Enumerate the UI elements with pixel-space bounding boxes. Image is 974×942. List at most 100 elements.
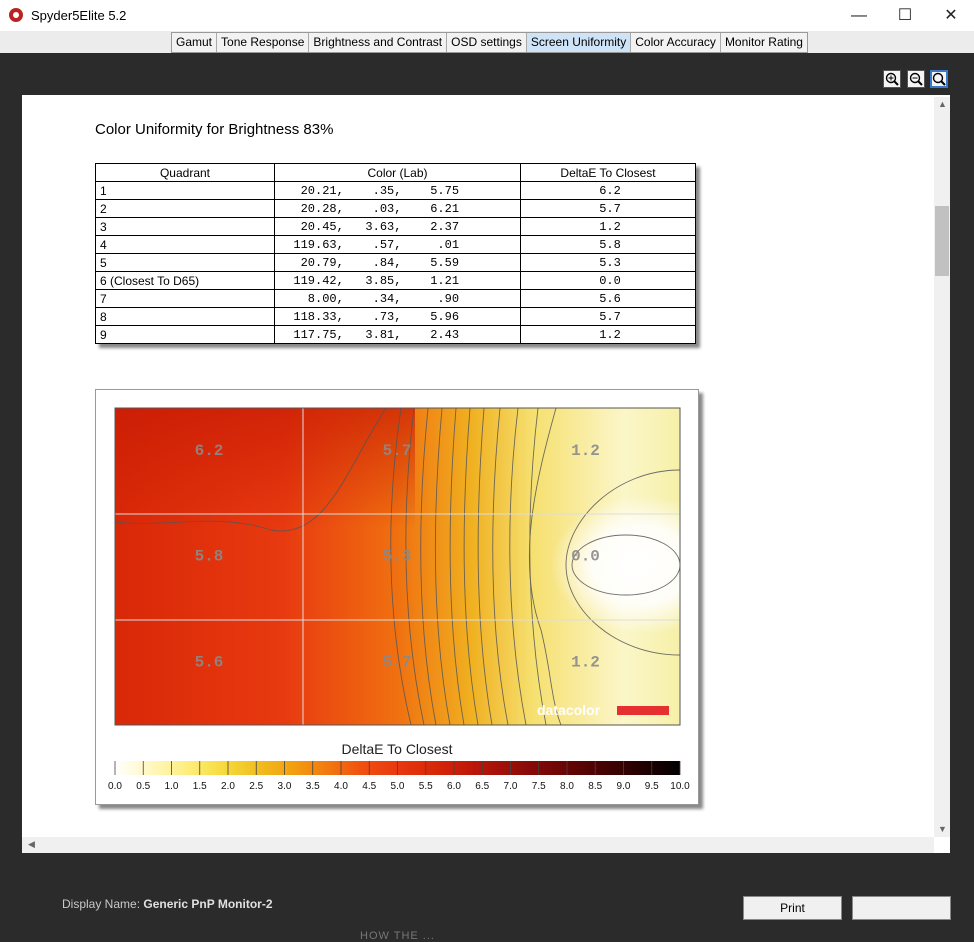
- cell-value-label: 1.2: [571, 653, 600, 671]
- cell-value-label: 0.0: [571, 548, 600, 566]
- table-row: 9 117.75, 3.81, 2.43 1.2: [95, 325, 696, 344]
- quadrant-cell: 2: [95, 199, 275, 218]
- cell-value-label: 6.2: [195, 442, 224, 460]
- tab-gamut[interactable]: Gamut: [172, 33, 218, 52]
- column-header: Color (Lab): [274, 163, 521, 182]
- quadrant-cell: 9: [95, 325, 275, 344]
- table-row: 5 20.79, .84, 5.59 5.3: [95, 253, 696, 272]
- zoom-in-icon: [885, 72, 899, 86]
- column-header: Quadrant: [95, 163, 275, 182]
- quadrant-cell: 5: [95, 253, 275, 272]
- tab-screen-uniformity[interactable]: Screen Uniformity: [526, 33, 632, 52]
- scroll-down-icon[interactable]: ▼: [938, 824, 947, 834]
- lab-cell: 20.45, 3.63, 2.37: [274, 217, 521, 236]
- scale-tick-label: 0.5: [136, 781, 150, 792]
- tab-color-accuracy[interactable]: Color Accuracy: [631, 33, 721, 52]
- cell-value-label: 5.7: [383, 653, 412, 671]
- tab-osd-settings[interactable]: OSD settings: [447, 33, 527, 52]
- report-title: Color Uniformity for Brightness 83%: [95, 121, 334, 138]
- delta-cell: 1.2: [520, 325, 696, 344]
- table-row: 3 20.45, 3.63, 2.37 1.2: [95, 217, 696, 236]
- scale-tick-label: 5.0: [391, 781, 405, 792]
- zoom-fit-icon: [932, 72, 946, 86]
- delta-cell: 5.6: [520, 289, 696, 308]
- cell-value-label: 5.8: [195, 548, 224, 566]
- display-name-label: Display Name:: [62, 897, 141, 911]
- scale-tick-label: 2.5: [249, 781, 263, 792]
- scale-tick-label: 0.0: [108, 781, 122, 792]
- app-icon: [9, 8, 23, 22]
- table-header-row: Quadrant Color (Lab) DeltaE To Closest: [95, 163, 696, 182]
- minimize-button[interactable]: —: [836, 0, 882, 31]
- scale-tick-label: 3.0: [278, 781, 292, 792]
- scale-tick-label: 8.0: [560, 781, 574, 792]
- lab-cell: 8.00, .34, .90: [274, 289, 521, 308]
- display-name-value: Generic PnP Monitor-2: [143, 897, 273, 911]
- maximize-button[interactable]: ☐: [882, 0, 928, 31]
- scale-tick-label: 3.5: [306, 781, 320, 792]
- quadrant-cell: 1: [95, 181, 275, 200]
- quadrant-cell: 3: [95, 217, 275, 236]
- zoom-fit-button[interactable]: [930, 70, 948, 88]
- datacolor-logo-bar: [617, 706, 669, 715]
- uniformity-chart: 6.2 5.7 1.2 5.8 5.3 0.0 5.6 5.7 1.2 datacolor De…: [95, 389, 699, 805]
- scale-tick-label: 8.5: [588, 781, 602, 792]
- scale-tick-label: 4.0: [334, 781, 348, 792]
- scroll-up-icon[interactable]: ▲: [938, 99, 947, 109]
- display-name: Display Name: Generic PnP Monitor-2: [62, 897, 273, 911]
- tab-tone-response[interactable]: Tone Response: [217, 33, 310, 52]
- lab-cell: 20.28, .03, 6.21: [274, 199, 521, 218]
- close-button[interactable]: ✕: [928, 0, 974, 31]
- datacolor-logo: datacolor: [537, 702, 601, 718]
- delta-cell: 0.0: [520, 271, 696, 290]
- uniformity-table: Quadrant Color (Lab) DeltaE To Closest 1…: [95, 163, 696, 344]
- scale-tick-label: 2.0: [221, 781, 235, 792]
- zoom-out-icon: [909, 72, 923, 86]
- secondary-button[interactable]: [852, 896, 951, 920]
- print-button[interactable]: Print: [743, 896, 842, 920]
- delta-cell: 5.8: [520, 235, 696, 254]
- quadrant-cell: 8: [95, 307, 275, 326]
- table-row: 1 20.21, .35, 5.75 6.2: [95, 181, 696, 200]
- scale-tick-label: 9.5: [645, 781, 659, 792]
- table-row: 6 (Closest To D65) 119.42, 3.85, 1.21 0.0: [95, 271, 696, 290]
- table-row: 7 8.00, .34, .90 5.6: [95, 289, 696, 308]
- tab-brightness-contrast[interactable]: Brightness and Contrast: [309, 33, 448, 52]
- lab-cell: 119.42, 3.85, 1.21: [274, 271, 521, 290]
- quadrant-cell: 6 (Closest To D65): [95, 271, 275, 290]
- scale-tick-label: 6.5: [475, 781, 489, 792]
- horizontal-scrollbar[interactable]: ◀: [22, 837, 934, 853]
- scroll-left-icon[interactable]: ◀: [28, 839, 35, 850]
- chart-svg: 6.2 5.7 1.2 5.8 5.3 0.0 5.6 5.7 1.2 datacolor De…: [108, 407, 690, 792]
- cell-value-label: 5.6: [195, 653, 224, 671]
- scale-tick-label: 7.0: [504, 781, 518, 792]
- scale-tick-label: 6.0: [447, 781, 461, 792]
- quadrant-cell: 7: [95, 289, 275, 308]
- lab-cell: 20.21, .35, 5.75: [274, 181, 521, 200]
- scale-tick-label: 10.0: [670, 781, 690, 792]
- scale-title: DeltaE To Closest: [341, 741, 452, 757]
- scale-tick-label: 4.5: [362, 781, 376, 792]
- cell-value-label: 5.3: [383, 548, 412, 566]
- delta-cell: 6.2: [520, 181, 696, 200]
- lab-cell: 117.75, 3.81, 2.43: [274, 325, 521, 344]
- scale-tick-label: 7.5: [532, 781, 546, 792]
- tab-monitor-rating[interactable]: Monitor Rating: [721, 33, 807, 52]
- title-bar: Spyder5Elite 5.2 — ☐ ✕: [0, 0, 974, 31]
- window-title: Spyder5Elite 5.2: [31, 8, 127, 23]
- table-row: 2 20.28, .03, 6.21 5.7: [95, 199, 696, 218]
- lab-cell: 118.33, .73, 5.96: [274, 307, 521, 326]
- vertical-scroll-thumb[interactable]: [935, 206, 949, 276]
- quadrant-cell: 4: [95, 235, 275, 254]
- tab-strip: Gamut Tone Response Brightness and Contr…: [171, 32, 808, 53]
- table-row: 8 118.33, .73, 5.96 5.7: [95, 307, 696, 326]
- column-header: DeltaE To Closest: [520, 163, 696, 182]
- zoom-out-button[interactable]: [907, 70, 925, 88]
- delta-cell: 1.2: [520, 217, 696, 236]
- status-text: HOW THE ...: [360, 930, 435, 942]
- lab-cell: 20.79, .84, 5.59: [274, 253, 521, 272]
- heatmap-shade: [115, 408, 415, 528]
- delta-cell: 5.7: [520, 199, 696, 218]
- delta-cell: 5.7: [520, 307, 696, 326]
- zoom-in-button[interactable]: [883, 70, 901, 88]
